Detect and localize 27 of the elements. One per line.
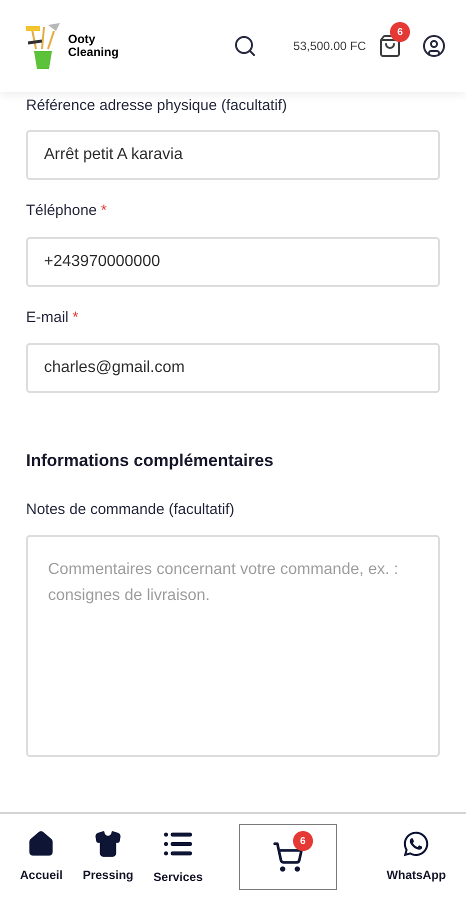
field-label: E-mail xyxy=(26,308,69,328)
cart-count-badge: 6 xyxy=(292,831,313,851)
nav-item[interactable]: Accueil xyxy=(20,830,63,884)
input-field[interactable]: charles@gmail.com xyxy=(26,343,440,393)
nav-item[interactable]: Pressing xyxy=(82,830,134,884)
home-icon xyxy=(27,830,56,858)
nav-item[interactable]: Services xyxy=(153,828,203,886)
cart-icon[interactable] xyxy=(378,34,402,58)
input-field[interactable]: Arrêt petit A karavia xyxy=(26,130,440,180)
whatsapp-icon xyxy=(402,830,430,858)
required-mark: * xyxy=(72,308,78,328)
field-label: Téléphone xyxy=(26,201,97,221)
field-label: Notes de commande (facultatif) xyxy=(26,500,236,520)
shirt-icon xyxy=(94,830,122,858)
logo-text: Cleaning xyxy=(68,46,119,59)
account-icon[interactable] xyxy=(422,34,446,58)
notes-field[interactable]: Commentaires concernant votre commande, ex. : consignes de livraison. xyxy=(26,535,440,757)
nav-item[interactable]: WhatsApp xyxy=(386,830,446,884)
cart-button[interactable]: 6 xyxy=(238,824,337,890)
cart-total: 53,500.00 FC xyxy=(293,38,366,55)
input-field[interactable]: +243970000000 xyxy=(26,236,440,286)
search-icon[interactable] xyxy=(233,34,258,58)
required-mark: * xyxy=(100,201,107,221)
cart-count-badge: 6 xyxy=(390,22,410,42)
field-label: Référence adresse physique (facultatif) xyxy=(26,96,287,116)
section-title: Informations complémentaires xyxy=(26,450,275,472)
logo-text: Ooty xyxy=(68,33,96,46)
